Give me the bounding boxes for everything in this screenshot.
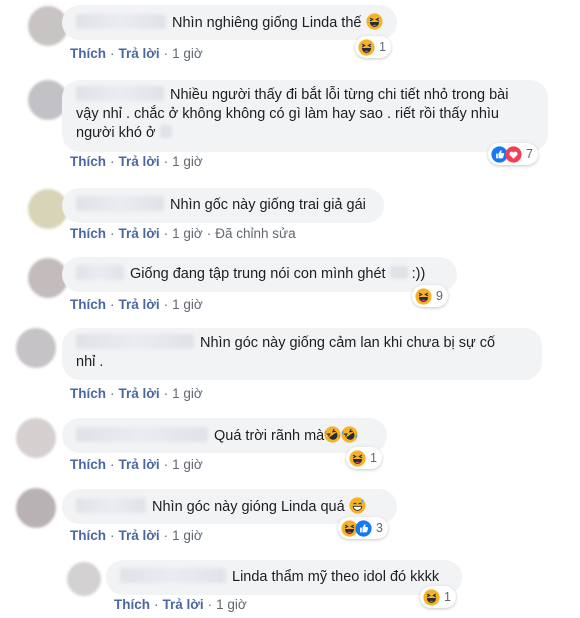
comment-bubble: Quá trời rãnh mà: [62, 418, 387, 453]
like-link[interactable]: Thích: [70, 297, 106, 312]
comment-text: Quá trời rãnh mà: [214, 428, 325, 444]
commenter-name[interactable]: [76, 265, 124, 280]
comment-text-line-1: Nhiều người thấy đi bắt lỗi từng chi tiế…: [170, 87, 509, 103]
edited-label[interactable]: Đã chỉnh sửa: [215, 226, 295, 241]
commenter-name[interactable]: [76, 427, 208, 442]
like-link[interactable]: Thích: [70, 528, 106, 543]
love-icon: [505, 146, 522, 163]
like-link[interactable]: Thích: [70, 386, 106, 401]
reaction-summary[interactable]: 9: [412, 285, 448, 307]
reaction-summary[interactable]: 1: [355, 36, 391, 58]
commenter-name[interactable]: [76, 498, 146, 513]
avatar[interactable]: [16, 418, 56, 458]
reaction-count: 9: [436, 289, 443, 303]
comment-text: Giống đang tập trung nói con mình ghét: [130, 266, 386, 282]
comment-text: Nhìn góc này gióng Linda quá: [152, 499, 345, 515]
comment-text-line-2: vậy nhỉ . chắc ở không không có gì làm h…: [76, 106, 499, 122]
comment-actions: Thích · Trả lời · 1 giờ: [70, 46, 203, 61]
reply-link[interactable]: Trả lời: [119, 46, 160, 61]
reaction-count: 1: [370, 451, 377, 465]
comment-text-line-2: nhỉ .: [76, 354, 104, 370]
comment-actions: Thích · Trả lời · 1 giờ: [70, 457, 203, 472]
redacted-text: [159, 125, 172, 138]
like-link[interactable]: Thích: [70, 46, 106, 61]
reaction-summary[interactable]: 1: [420, 586, 456, 608]
like-link[interactable]: Thích: [70, 457, 106, 472]
haha-icon: [349, 450, 366, 467]
reply-link[interactable]: Trả lời: [119, 226, 160, 241]
haha-icon: [423, 589, 440, 606]
comment-actions: Thích · Trả lời · 1 giờ: [70, 154, 203, 169]
comment-bubble: Nhìn góc này giống cảm lan khi chưa bị s…: [62, 328, 542, 380]
redacted-text: [389, 266, 408, 279]
comment-actions: Thích · Trả lời · 1 giờ: [70, 528, 203, 543]
rofl-emoji-icon: [341, 426, 358, 443]
rofl-emoji-icon: [324, 426, 341, 443]
reaction-summary[interactable]: 7: [488, 143, 538, 165]
haha-icon: [358, 39, 375, 56]
comment-bubble: Nhìn nghiêng giống Linda thế: [62, 5, 397, 40]
like-link[interactable]: Thích: [114, 597, 150, 612]
reply-link[interactable]: Trả lời: [163, 597, 204, 612]
sweat-smile-emoji-icon: [349, 497, 366, 514]
timestamp[interactable]: 1 giờ: [172, 297, 203, 312]
comment-text: Linda thẩm mỹ theo idol đó kkkk: [232, 569, 440, 585]
reaction-summary[interactable]: 3: [338, 517, 388, 539]
reaction-count: 3: [376, 521, 383, 535]
comment-text-tail: :)): [411, 266, 426, 282]
comment-text: Nhìn gốc này giống trai giả gái: [170, 197, 366, 213]
comment-text: Nhìn nghiêng giống Linda thế: [172, 15, 362, 31]
haha-icon: [415, 288, 432, 305]
comment-actions: Thích · Trả lời · 1 giờ: [114, 597, 247, 612]
reaction-summary[interactable]: 1: [346, 447, 382, 469]
avatar[interactable]: [16, 488, 56, 528]
timestamp[interactable]: 1 giờ: [172, 226, 203, 241]
commenter-name[interactable]: [76, 334, 194, 349]
commenter-name[interactable]: [76, 86, 164, 101]
timestamp[interactable]: 1 giờ: [172, 386, 203, 401]
timestamp[interactable]: 1 giờ: [172, 528, 203, 543]
commenter-name[interactable]: [120, 568, 226, 583]
avatar[interactable]: [67, 562, 101, 596]
commenter-name[interactable]: [76, 196, 164, 211]
reaction-count: 1: [444, 590, 451, 604]
comment-actions: Thích · Trả lời · 1 giờ: [70, 297, 203, 312]
reply-link[interactable]: Trả lời: [119, 154, 160, 169]
like-icon: [355, 520, 372, 537]
comment-bubble: Linda thẩm mỹ theo idol đó kkkk: [106, 560, 462, 595]
reply-link[interactable]: Trả lời: [119, 386, 160, 401]
timestamp[interactable]: 1 giờ: [172, 46, 203, 61]
comment-bubble: Nhìn gốc này giống trai giả gái: [62, 188, 384, 223]
timestamp[interactable]: 1 giờ: [172, 457, 203, 472]
comment-bubble: Giống đang tập trung nói con mình ghét :…: [62, 257, 457, 292]
reaction-count: 1: [379, 40, 386, 54]
like-link[interactable]: Thích: [70, 154, 106, 169]
haha-emoji-icon: [366, 13, 383, 30]
commenter-name[interactable]: [76, 14, 166, 29]
comment-bubble: Nhiều người thấy đi bắt lỗi từng chi tiế…: [62, 80, 548, 152]
reaction-count: 7: [526, 147, 533, 161]
timestamp[interactable]: 1 giờ: [216, 597, 247, 612]
avatar[interactable]: [16, 328, 56, 368]
like-link[interactable]: Thích: [70, 226, 106, 241]
comment-actions: Thích · Trả lời · 1 giờ: [70, 386, 203, 401]
reply-link[interactable]: Trả lời: [119, 297, 160, 312]
comment-text-line-1: Nhìn góc này giống cảm lan khi chưa bị s…: [200, 335, 496, 351]
reply-link[interactable]: Trả lời: [119, 528, 160, 543]
comment-text-line-3: người khó ở: [76, 125, 156, 141]
comment-actions: Thích · Trả lời · 1 giờ · Đã chỉnh sửa: [70, 226, 296, 241]
timestamp[interactable]: 1 giờ: [172, 154, 203, 169]
reply-link[interactable]: Trả lời: [119, 457, 160, 472]
